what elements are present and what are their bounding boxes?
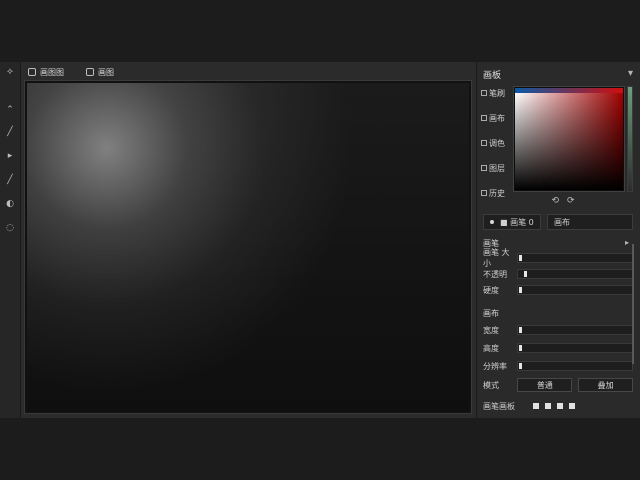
nav-item-brush[interactable]: 笔刷 — [481, 84, 511, 102]
slider-label: 分辨率 — [483, 361, 507, 371]
nav-mark-icon — [481, 140, 487, 146]
slider-row-hardness: 硬度 — [483, 284, 633, 296]
tab-icon — [86, 68, 94, 76]
slider-size[interactable] — [517, 253, 633, 263]
nav-item-label: 笔刷 — [489, 88, 505, 98]
section-canvas-title: 画布 — [483, 309, 499, 318]
canvas-field[interactable]: 画布 — [547, 214, 633, 230]
collapse-icon[interactable]: ▾ — [628, 68, 633, 79]
saturation-area[interactable] — [515, 93, 623, 190]
slider-knob[interactable] — [519, 345, 522, 351]
slider-dpi[interactable] — [517, 361, 633, 371]
play-icon[interactable]: ▸ — [4, 150, 16, 162]
redo-icon[interactable]: ⟳ — [567, 196, 575, 206]
nav-item-color[interactable]: 调色 — [481, 134, 511, 152]
left-toolbar: ⟡ ⌃ ╱ ▸ ╱ ◐ ◌ — [0, 62, 21, 418]
nav-item-label: 历史 — [489, 188, 505, 198]
panel-title: 画板 — [483, 71, 502, 81]
slider-opacity[interactable] — [517, 269, 633, 279]
mode-row: 模式 普通 叠加 — [483, 378, 633, 392]
section-collapse-icon[interactable]: ▸ — [625, 238, 629, 247]
dot-icon — [490, 220, 494, 224]
tab-bar: 画图图 画图 — [22, 64, 472, 80]
slider-knob[interactable] — [519, 363, 522, 369]
lasso-icon[interactable]: ◌ — [4, 222, 16, 234]
canvas-field-label: 画布 — [554, 217, 570, 227]
bottom-label: 画笔画板 — [483, 401, 515, 411]
drawing-canvas[interactable] — [27, 83, 469, 411]
slider-knob[interactable] — [524, 271, 527, 277]
square-icon[interactable] — [557, 403, 563, 409]
panel-nav: 笔刷 画布 调色 图层 历史 — [481, 84, 511, 209]
tab-label: 画图 — [98, 67, 114, 77]
slider-hardness[interactable] — [517, 285, 633, 295]
brush-field-label: ■ 画笔 0 — [500, 217, 534, 227]
mode-label: 模式 — [483, 380, 499, 390]
slider-row-dpi: 分辨率 — [483, 360, 633, 372]
tab-2[interactable]: 画图 — [80, 65, 120, 79]
slider-label: 画笔 大小 — [483, 248, 510, 268]
mode-button-overlay[interactable]: 叠加 — [578, 378, 633, 392]
slider-label: 宽度 — [483, 325, 499, 335]
nav-mark-icon — [481, 190, 487, 196]
slider-knob[interactable] — [519, 255, 522, 261]
slider-label: 硬度 — [483, 285, 499, 295]
canvas-frame — [24, 80, 472, 414]
undo-icon[interactable]: ⟲ — [551, 196, 559, 206]
slider-row-opacity: 不透明 — [483, 268, 633, 280]
pen-icon[interactable]: ╱ — [4, 126, 16, 138]
eraser-icon[interactable]: ◐ — [4, 198, 16, 210]
bulb-icon[interactable]: ⟡ — [4, 66, 16, 78]
nav-item-canvas[interactable]: 画布 — [481, 109, 511, 127]
tab-icon — [28, 68, 36, 76]
mode-button-normal[interactable]: 普通 — [517, 378, 573, 392]
hue-slider[interactable] — [627, 86, 633, 192]
tab-1[interactable]: 画图图 — [22, 65, 70, 79]
square-icon[interactable] — [545, 403, 551, 409]
panel-scrollbar[interactable] — [632, 244, 634, 364]
slider-row-height: 高度 — [483, 342, 633, 354]
nav-mark-icon — [481, 165, 487, 171]
bottom-row: 画笔画板 — [483, 400, 633, 412]
tab-label: 画图图 — [40, 67, 64, 77]
nav-mark-icon — [481, 115, 487, 121]
app-window: ⟡ ⌃ ╱ ▸ ╱ ◐ ◌ 画图图 画图 画板 ▾ 笔刷 画布 调色 图层 历史 — [0, 62, 640, 418]
nav-item-label: 图层 — [489, 163, 505, 173]
slider-width[interactable] — [517, 325, 633, 335]
nav-item-label: 调色 — [489, 138, 505, 148]
right-panel: 画板 ▾ 笔刷 画布 调色 图层 历史 ⟲ ⟳ ■ 画笔 0 画布 画笔 ▸ 画… — [476, 62, 640, 418]
slider-knob[interactable] — [519, 287, 522, 293]
nav-item-label: 画布 — [489, 113, 505, 123]
fields-row: ■ 画笔 0 画布 — [483, 214, 633, 232]
nav-item-layers[interactable]: 图层 — [481, 159, 511, 177]
square-icon[interactable] — [569, 403, 575, 409]
nav-item-history[interactable]: 历史 — [481, 184, 511, 202]
brush-field[interactable]: ■ 画笔 0 — [483, 214, 541, 230]
slider-label: 高度 — [483, 343, 499, 353]
slider-label: 不透明 — [483, 269, 507, 279]
color-picker[interactable] — [513, 86, 625, 192]
slider-knob[interactable] — [519, 327, 522, 333]
picker-controls: ⟲ ⟳ — [539, 196, 587, 206]
nav-mark-icon — [481, 90, 487, 96]
slider-row-width: 宽度 — [483, 324, 633, 336]
slider-height[interactable] — [517, 343, 633, 353]
brush-icon[interactable]: ╱ — [4, 174, 16, 186]
chevron-up-icon[interactable]: ⌃ — [4, 104, 16, 116]
slider-row-size: 画笔 大小 — [483, 248, 633, 268]
square-icon[interactable] — [533, 403, 539, 409]
